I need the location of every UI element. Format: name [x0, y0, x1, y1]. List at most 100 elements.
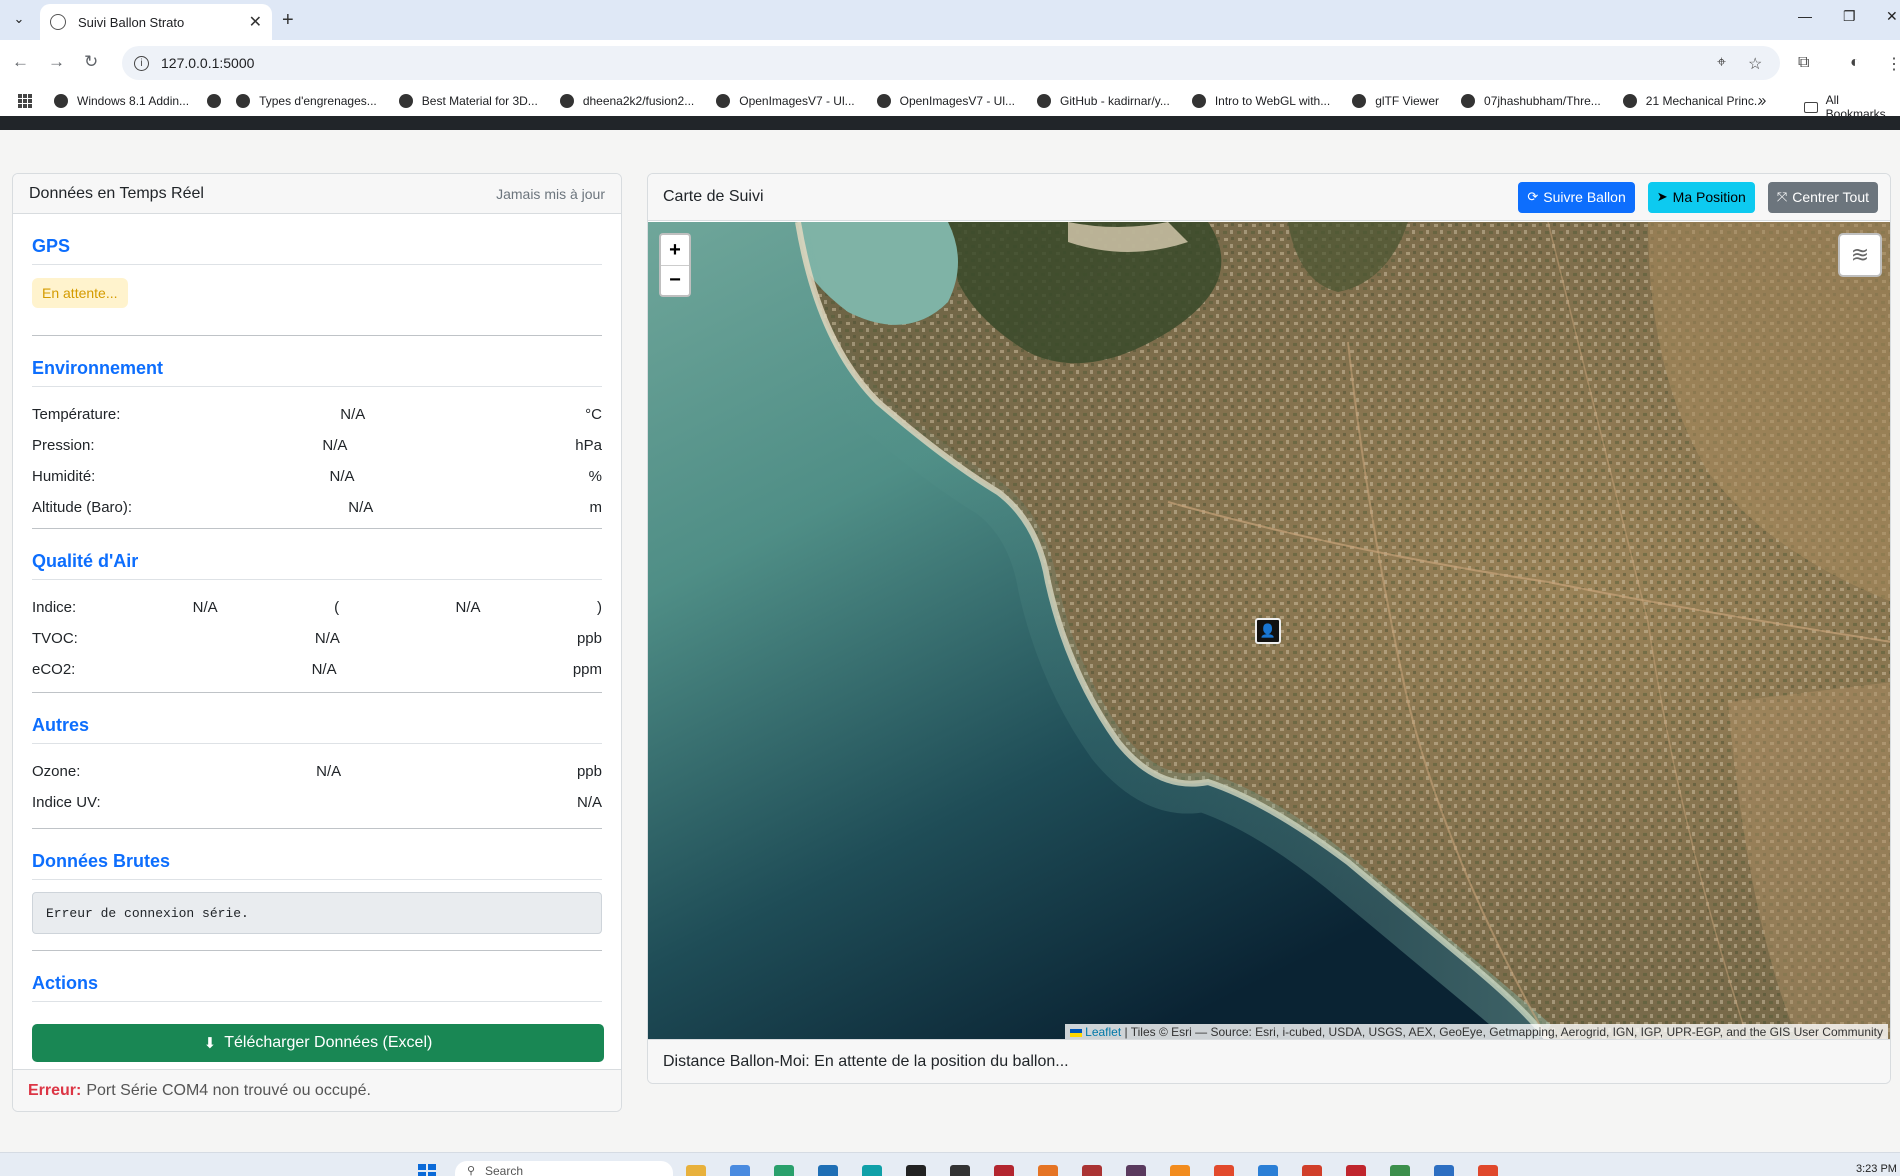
balloon-marker-icon[interactable]: 👤 — [1255, 618, 1281, 644]
eco2-unit: ppm — [572, 661, 602, 678]
taskbar-app-icon[interactable] — [1170, 1165, 1190, 1176]
taskbar-app-icon[interactable] — [774, 1165, 794, 1176]
error-label: Erreur: — [28, 1081, 82, 1099]
gps-status-badge: En attente... — [32, 278, 128, 308]
download-icon: ⬇ — [203, 1035, 217, 1052]
url-text: 127.0.0.1:5000 — [161, 55, 255, 71]
taskbar-app-icon[interactable] — [1082, 1165, 1102, 1176]
temperature-unit: °C — [585, 406, 602, 423]
satellite-map[interactable]: + − ≋ 👤 Leaflet | Tiles © Esri — Source:… — [648, 222, 1890, 1040]
error-footer: Erreur: Port Série COM4 non trouvé ou oc… — [13, 1069, 621, 1111]
bookmark-favicon — [716, 94, 731, 108]
bookmark-favicon — [559, 94, 574, 108]
close-tab-icon[interactable]: ✕ — [249, 12, 262, 32]
leaflet-link[interactable]: Leaflet — [1085, 1025, 1121, 1039]
profile-icon[interactable]: ◐ — [1850, 54, 1860, 72]
bookmark-item[interactable] — [207, 94, 230, 108]
follow-balloon-button[interactable]: ⟳ Suivre Ballon — [1518, 181, 1635, 213]
taskbar-app-icon[interactable] — [862, 1165, 882, 1176]
reload-icon[interactable]: ↻ — [84, 52, 98, 72]
taskbar-app-icon[interactable] — [950, 1165, 970, 1176]
more-bookmarks-icon[interactable]: » — [1758, 92, 1766, 109]
taskbar-app-icon[interactable] — [1214, 1165, 1234, 1176]
bookmark-favicon — [1191, 94, 1206, 108]
bookmark-item[interactable]: 21 Mechanical Princ... — [1622, 94, 1764, 108]
apps-grid-icon[interactable] — [18, 94, 32, 108]
bookmark-favicon — [876, 94, 891, 108]
taskbar-app-icon[interactable] — [1434, 1165, 1454, 1176]
bookmark-favicon — [1622, 94, 1637, 108]
bookmark-item[interactable]: Best Material for 3D... — [398, 94, 538, 108]
center-all-button[interactable]: ⤧ Centrer Tout — [1767, 181, 1878, 213]
bookmark-item[interactable]: Windows 8.1 Addin... — [54, 94, 189, 108]
taskbar-app-icon[interactable] — [818, 1165, 838, 1176]
taskbar-app-icon[interactable] — [1346, 1165, 1366, 1176]
tab-search-dropdown-icon[interactable]: ⌄ — [8, 8, 30, 30]
layers-icon[interactable]: ≋ — [1838, 233, 1882, 277]
download-excel-button[interactable]: ⬇ Télécharger Données (Excel) — [32, 1024, 604, 1062]
menu-icon[interactable]: ⋮ — [1886, 54, 1900, 74]
chrome-icon[interactable] — [1478, 1165, 1498, 1176]
bookmark-favicon — [1461, 94, 1476, 108]
bookmark-item[interactable]: OpenImagesV7 - Ul... — [876, 94, 1015, 108]
bookmark-item[interactable]: Types d'engrenages... — [236, 94, 377, 108]
zoom-out-button[interactable]: − — [661, 265, 689, 295]
bookmark-item[interactable]: OpenImagesV7 - Ul... — [716, 94, 855, 108]
gps-section-title: GPS — [32, 236, 602, 265]
new-tab-button[interactable]: + — [282, 9, 294, 32]
taskbar-app-icon[interactable] — [1258, 1165, 1278, 1176]
bookmarks-bar: Windows 8.1 Addin... Types d'engrenages.… — [0, 86, 1900, 121]
forward-icon[interactable]: → — [48, 52, 65, 72]
tvoc-row: TVOC: N/A ppb — [32, 623, 602, 654]
file-explorer-icon[interactable] — [686, 1165, 706, 1176]
humidity-label: Humidité: — [32, 468, 96, 485]
ozone-value: N/A — [316, 763, 342, 780]
taskbar-app-icon[interactable] — [1126, 1165, 1146, 1176]
pressure-row: Pression: N/A hPa — [32, 430, 602, 461]
navbar — [0, 116, 1900, 130]
distance-footer: Distance Ballon-Moi: En attente de la po… — [648, 1039, 1890, 1083]
taskbar-app-icon[interactable] — [906, 1165, 926, 1176]
bookmark-item[interactable]: Intro to WebGL with... — [1191, 94, 1330, 108]
browser-tab[interactable]: Suivi Ballon Strato ✕ — [40, 4, 272, 40]
last-update-text: Jamais mis à jour — [496, 185, 605, 202]
pressure-value: N/A — [322, 437, 348, 454]
browser-toolbar: ← → ↻ i 127.0.0.1:5000 ⌖ ☆ ⧉ ◐ ⋮ — [0, 40, 1900, 86]
ozone-row: Ozone: N/A ppb — [32, 756, 602, 787]
bookmark-item[interactable]: GitHub - kadirnar/y... — [1037, 94, 1170, 108]
back-icon[interactable]: ← — [12, 52, 29, 72]
zoom-in-button[interactable]: + — [661, 235, 689, 265]
error-message: Port Série COM4 non trouvé ou occupé. — [86, 1081, 371, 1099]
ukraine-flag-icon — [1070, 1028, 1083, 1037]
bookmark-favicon — [398, 94, 413, 108]
taskbar-app-icon[interactable] — [1038, 1165, 1058, 1176]
browser-tab-bar: ⌄ Suivi Ballon Strato ✕ + — ❐ ✕ — [0, 0, 1900, 40]
taskbar-app-icon[interactable] — [994, 1165, 1014, 1176]
taskbar-app-icon[interactable] — [730, 1165, 750, 1176]
bookmark-item[interactable]: dheena2k2/fusion2... — [559, 94, 694, 108]
air-quality-section-title: Qualité d'Air — [32, 551, 602, 580]
taskbar-app-icon[interactable] — [1302, 1165, 1322, 1176]
extensions-icon[interactable]: ⧉ — [1798, 54, 1809, 72]
eco2-row: eCO2: N/A ppm — [32, 654, 602, 685]
my-position-button[interactable]: ➤ Ma Position — [1647, 181, 1755, 213]
address-bar[interactable]: i 127.0.0.1:5000 — [122, 46, 1780, 80]
bookmark-favicon — [207, 94, 222, 108]
taskbar-app-icon[interactable] — [1390, 1165, 1410, 1176]
aqi-label: Indice: — [32, 599, 77, 616]
location-icon[interactable]: ⌖ — [1717, 54, 1726, 72]
bookmark-item[interactable]: glTF Viewer — [1352, 94, 1439, 108]
altitude-label: Altitude (Baro): — [32, 499, 133, 516]
bookmark-favicon — [1352, 94, 1367, 108]
site-info-icon[interactable]: i — [134, 55, 149, 71]
close-window-icon[interactable]: ✕ — [1886, 8, 1898, 25]
bookmark-item[interactable]: 07jhashubham/Thre... — [1461, 94, 1601, 108]
taskbar-search[interactable]: ⚲ Search — [455, 1161, 673, 1176]
maximize-icon[interactable]: ❐ — [1843, 8, 1856, 25]
bookmark-star-icon[interactable]: ☆ — [1748, 54, 1762, 74]
minimize-icon[interactable]: — — [1798, 8, 1812, 24]
taskbar-clock[interactable]: 3:23 PM — [1856, 1163, 1897, 1175]
humidity-value: N/A — [329, 468, 355, 485]
windows-taskbar: ⚲ Search 3:23 PM — [0, 1152, 1900, 1176]
windows-start-icon[interactable] — [418, 1164, 436, 1176]
